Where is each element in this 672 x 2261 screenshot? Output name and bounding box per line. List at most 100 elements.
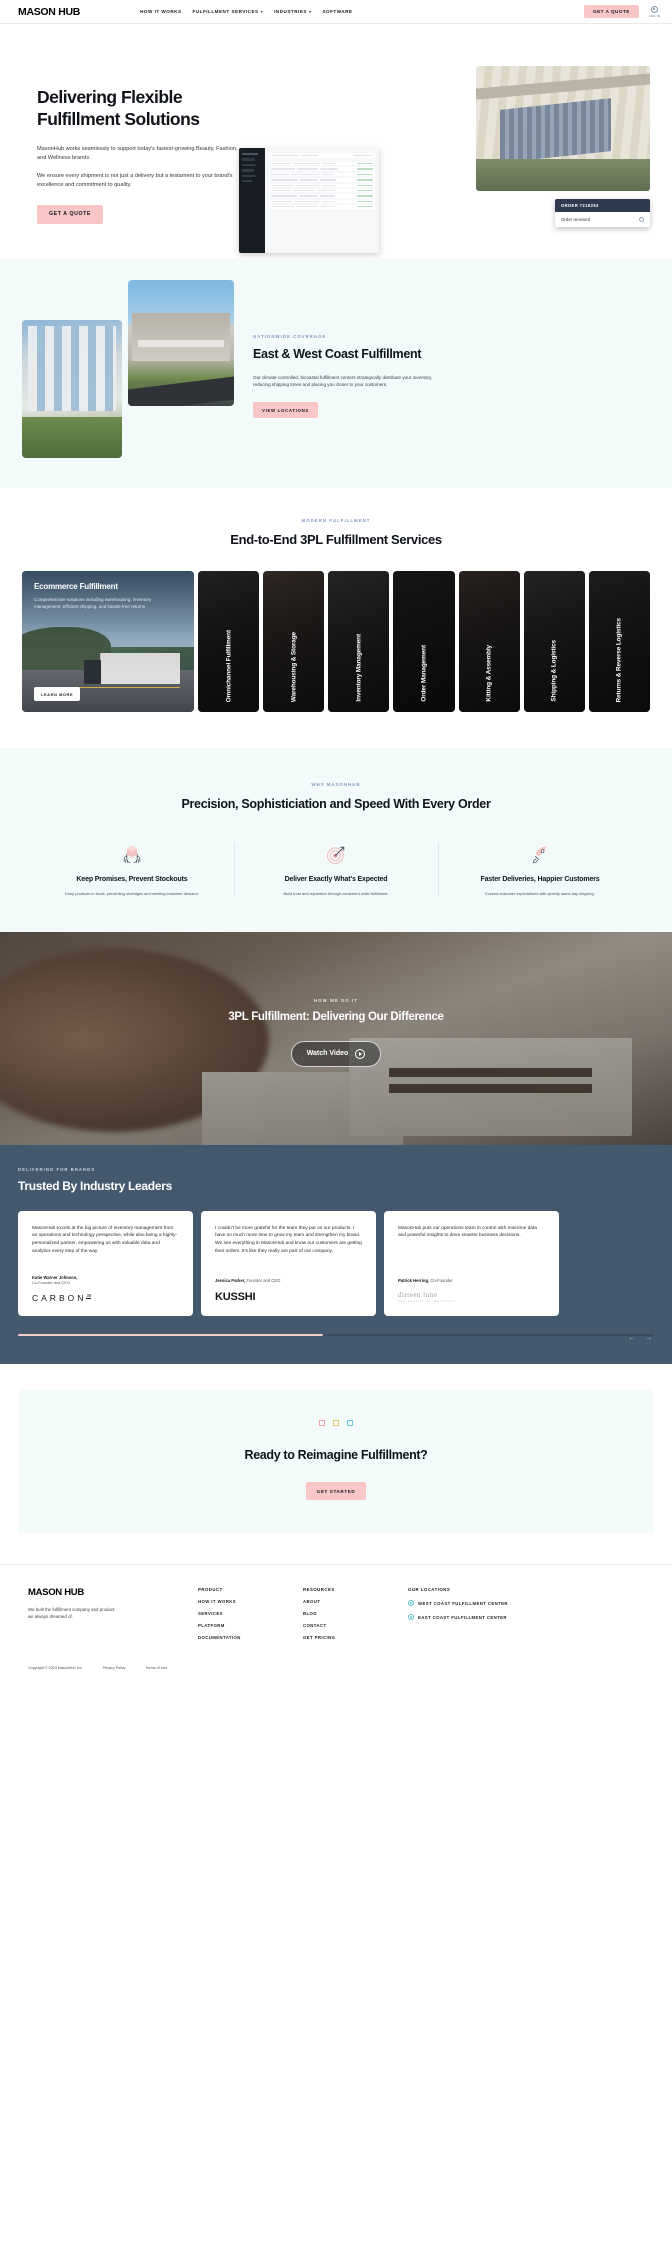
hero-paragraph-2: We ensure every shipment is not just a d… <box>37 172 233 188</box>
why-eyebrow: WHY MASONHUB <box>311 782 361 787</box>
service-card-label: Order Management <box>420 645 428 702</box>
login-link[interactable]: LOG IN <box>649 5 660 18</box>
service-card-label: Omnichannel Fulfillment <box>225 629 233 702</box>
terms-of-use-link[interactable]: Terms of Use <box>146 1666 168 1670</box>
carousel-controls: ← → <box>628 1335 652 1342</box>
service-card-label: Shipping & Logistics <box>550 640 558 702</box>
footer-column-heading: RESOURCES <box>303 1587 335 1593</box>
service-card-returns-reverse-logistics[interactable]: Returns & Reverse Logistics <box>588 571 650 712</box>
testimonial-name-text: Jessica Parker, <box>215 1277 246 1283</box>
view-locations-button[interactable]: VIEW LOCATIONS <box>253 402 318 418</box>
footer-link-get-pricing[interactable]: GET PRICING <box>303 1635 408 1640</box>
landing-page: MASON HUB HOW IT WORKS FULFILLMENT SERVI… <box>0 0 672 1685</box>
services-card-row: Ecommerce Fulfillment Comprehensive solu… <box>0 571 672 712</box>
square-pink-icon <box>319 1420 325 1427</box>
site-header: MASON HUB HOW IT WORKS FULFILLMENT SERVI… <box>0 0 672 24</box>
footer-column-locations: OUR LOCATIONS WEST COAST FULFILLMENT CEN… <box>408 1587 588 1640</box>
check-circle-icon <box>639 217 644 222</box>
service-card-label: Inventory Management <box>355 634 363 702</box>
get-started-button[interactable]: GET STARTED <box>305 1482 367 1501</box>
footer-link-contact[interactable]: CONTACT <box>303 1623 408 1628</box>
footer-link-documentation[interactable]: DOCUMENTATION <box>198 1635 303 1640</box>
coverage-section: NATIONWIDE COVERAGE East & West Coast Fu… <box>0 258 672 488</box>
header-get-a-quote-button[interactable]: GET A QUOTE <box>584 5 639 18</box>
brand-logo-subtitle: THE BEAUTY OF WELLNESS <box>398 1299 456 1303</box>
feature-text: Build trust and reputation through consi… <box>283 891 389 897</box>
video-title: 3PL Fulfillment: Delivering Our Differen… <box>228 1010 444 1023</box>
footer-location-west[interactable]: WEST COAST FULFILLMENT CENTER <box>408 1600 588 1607</box>
footer-column-product: PRODUCT HOW IT WORKS SERVICES PLATFORM D… <box>198 1587 303 1640</box>
service-card-kitting-assembly[interactable]: Kitting & Assembly <box>458 571 520 712</box>
nav-item-how-it-works[interactable]: HOW IT WORKS <box>140 9 181 14</box>
service-card-description: Comprehensive solutions including wareho… <box>34 597 152 609</box>
watch-video-button[interactable]: Watch Video <box>290 1040 382 1067</box>
testimonial-carousel[interactable]: MasonHub excels at the big picture of in… <box>0 1210 672 1316</box>
feature-text: Exceed customer expectations with speedy… <box>485 891 595 897</box>
service-card-label: Warehousing & Storage <box>290 631 298 702</box>
testimonials-section: DELIVERING FOR BRANDS Trusted By Industr… <box>0 1144 672 1365</box>
why-title: Precision, Sophisticiation and Speed Wit… <box>181 797 491 811</box>
privacy-policy-link[interactable]: Privacy Policy <box>103 1666 126 1670</box>
footer-column-resources: RESOURCES ABOUT BLOG CONTACT GET PRICING <box>303 1587 408 1640</box>
brand-logo-dirteen-lune: dirteen lune THE BEAUTY OF WELLNESS <box>398 1291 545 1303</box>
footer-link-blog[interactable]: BLOG <box>303 1611 408 1616</box>
footer-location-east[interactable]: EAST COAST FULFILLMENT CENTER <box>408 1614 588 1621</box>
arrow-left-icon[interactable]: ← <box>628 1335 635 1342</box>
why-features: Keep Promises, Prevent Stockouts Keep pr… <box>0 840 672 897</box>
dashboard-sidebar <box>239 148 265 253</box>
footer-link-about[interactable]: ABOUT <box>303 1599 408 1604</box>
hero-copy: Delivering Flexible Fulfillment Solution… <box>37 86 247 224</box>
learn-more-button[interactable]: LEARN MORE <box>34 687 81 701</box>
testimonial-quote: MasonHub puts our operations team in con… <box>398 1225 537 1239</box>
order-notification-toast: ORDER 7218253 Order received <box>555 199 650 227</box>
hero-aerial-warehouse-photo <box>476 66 650 191</box>
brand-logo-kusshi: KUSSHI <box>215 1290 256 1303</box>
watch-video-label: Watch Video <box>306 1050 349 1058</box>
hero-paragraph-1: MasonHub works seamlessly to support tod… <box>37 145 238 161</box>
carousel-progress-bar[interactable] <box>18 1333 654 1337</box>
nav-label: FULFILLMENT SERVICES <box>192 9 259 14</box>
footer-tagline: We built the fulfillment company and pro… <box>28 1607 115 1620</box>
testimonial-name: Jessica Parker, Founder and CEO <box>215 1278 362 1283</box>
arrow-right-icon[interactable]: → <box>646 1335 653 1342</box>
footer-location-label: WEST COAST FULFILLMENT CENTER <box>418 1600 508 1606</box>
service-card-ecommerce-fulfillment[interactable]: Ecommerce Fulfillment Comprehensive solu… <box>22 571 194 712</box>
service-card-omnichannel-fulfillment[interactable]: Omnichannel Fulfillment <box>198 571 260 712</box>
brand-logo-carbon38: CARBON38 <box>32 1293 179 1303</box>
nav-item-industries[interactable]: INDUSTRIES ▾ <box>274 9 311 14</box>
brand-logo[interactable]: MASON HUB <box>18 6 80 18</box>
footer-link-services[interactable]: SERVICES <box>198 1611 303 1616</box>
rocket-icon <box>452 840 628 870</box>
footer-link-platform[interactable]: PLATFORM <box>198 1623 303 1628</box>
testimonial-card: I couldn't be more grateful for the team… <box>201 1210 376 1316</box>
brand-logo-sup: 38 <box>86 1292 92 1299</box>
carousel-progress-fill <box>18 1333 324 1337</box>
testimonials-title: Trusted By Industry Leaders <box>18 1178 172 1193</box>
cta-panel: Ready to Reimagine Fulfillment? GET STAR… <box>18 1390 654 1535</box>
testimonial-meta: Jessica Parker, Founder and CEO KUSSHI <box>215 1264 362 1303</box>
hands-box-icon <box>44 840 220 870</box>
testimonial-role: Co-Founder and CEO <box>32 1279 70 1285</box>
footer-logo[interactable]: MASON HUB <box>28 1587 198 1598</box>
testimonial-role: Founder and CEO <box>246 1277 281 1283</box>
services-eyebrow: MODERN FULFILLMENT <box>301 518 371 523</box>
toast-body: Order received <box>555 212 650 227</box>
feature-deliver-exactly: Deliver Exactly What's Expected Build tr… <box>234 840 438 897</box>
service-card-shipping-logistics[interactable]: Shipping & Logistics <box>523 571 585 712</box>
footer-link-how-it-works[interactable]: HOW IT WORKS <box>198 1599 303 1604</box>
service-card-order-management[interactable]: Order Management <box>393 571 455 712</box>
testimonial-card: MasonHub puts our operations team in con… <box>384 1210 559 1316</box>
chevron-down-icon: ▾ <box>308 9 312 14</box>
service-card-warehousing-storage[interactable]: Warehousing & Storage <box>263 571 325 712</box>
nav-item-software[interactable]: SOFTWARE <box>322 9 352 14</box>
services-section: MODERN FULFILLMENT End-to-End 3PL Fulfil… <box>0 488 672 748</box>
square-teal-icon <box>347 1420 353 1427</box>
nav-item-fulfillment-services[interactable]: FULFILLMENT SERVICES ▾ <box>193 9 264 14</box>
photo-solar-roof <box>500 97 612 162</box>
testimonial-role: Co-Founder <box>430 1277 453 1283</box>
footer-columns: PRODUCT HOW IT WORKS SERVICES PLATFORM D… <box>198 1587 644 1640</box>
hero-get-a-quote-button[interactable]: GET A QUOTE <box>37 204 103 224</box>
testimonials-eyebrow: DELIVERING FOR BRANDS <box>18 1166 96 1172</box>
dashboard-content <box>265 148 379 253</box>
service-card-inventory-management[interactable]: Inventory Management <box>328 571 390 712</box>
